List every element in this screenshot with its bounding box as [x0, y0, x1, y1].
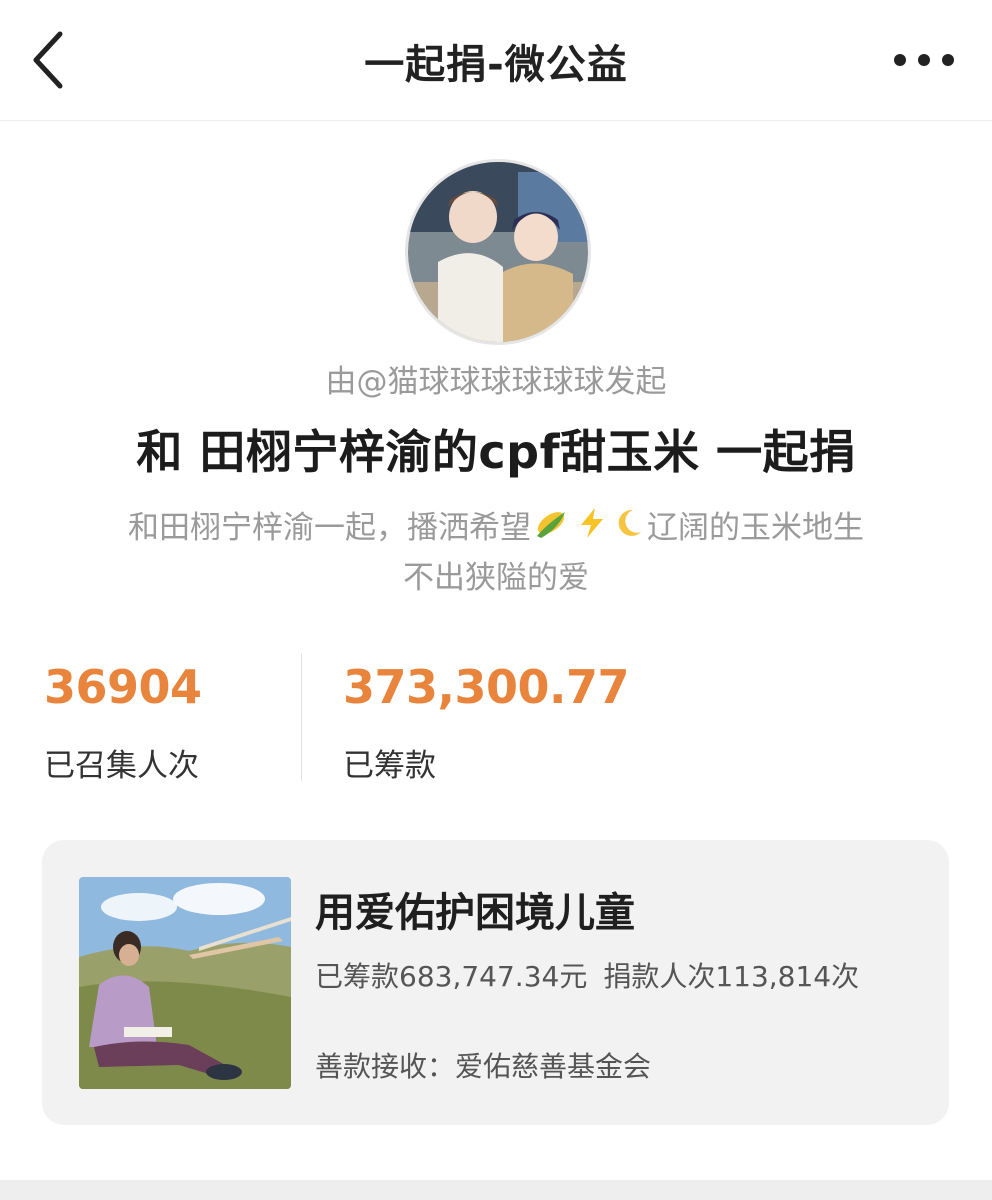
stat-divider	[301, 653, 302, 781]
page-title: 一起捐-微公益	[364, 42, 628, 88]
campaign-description: 和田栩宁梓渝一起，播洒希望 辽阔的玉米地生 不出狭隘的爱	[80, 504, 912, 602]
crescent-moon-emoji-icon	[611, 506, 645, 554]
project-card[interactable]: 用爱佑护困境儿童 已筹款683,747.34元 捐款人次113,814次 善款接收…	[42, 840, 949, 1125]
more-horizontal-icon	[894, 54, 954, 66]
description-part1: 和田栩宁梓渝一起，播洒希望	[128, 510, 531, 546]
participants-stat: 36904 已召集人次	[44, 660, 202, 785]
participants-value: 36904	[44, 660, 202, 714]
raised-stat: 373,300.77 已筹款	[343, 660, 630, 785]
project-image	[79, 877, 291, 1089]
lightning-emoji-icon	[577, 506, 607, 554]
corn-emoji-icon	[533, 506, 573, 554]
raised-value: 373,300.77	[343, 660, 630, 714]
initiator-text[interactable]: 由@猫球球球球球球发起	[0, 356, 992, 401]
project-donors: 捐款人次113,814次	[603, 960, 860, 993]
bottom-divider-band	[0, 1180, 992, 1200]
description-part2: 辽阔的玉米地生	[647, 510, 864, 546]
participants-label: 已召集人次	[44, 748, 199, 784]
initiator-avatar[interactable]	[408, 162, 588, 342]
project-stats: 已筹款683,747.34元 捐款人次113,814次	[315, 955, 859, 995]
project-raised: 已筹款683,747.34元	[315, 960, 588, 993]
more-button[interactable]	[886, 38, 962, 82]
avatar-photo	[408, 162, 588, 342]
project-title: 用爱佑护困境儿童	[315, 890, 635, 936]
navigation-bar: 一起捐-微公益	[0, 0, 992, 121]
project-receiver: 善款接收：爱佑慈善基金会	[315, 1050, 652, 1083]
campaign-headline: 和 田栩宁梓渝的cpf甜玉米 一起捐	[136, 425, 856, 479]
description-line2: 不出狭隘的爱	[403, 559, 589, 596]
raised-label: 已筹款	[343, 748, 436, 784]
